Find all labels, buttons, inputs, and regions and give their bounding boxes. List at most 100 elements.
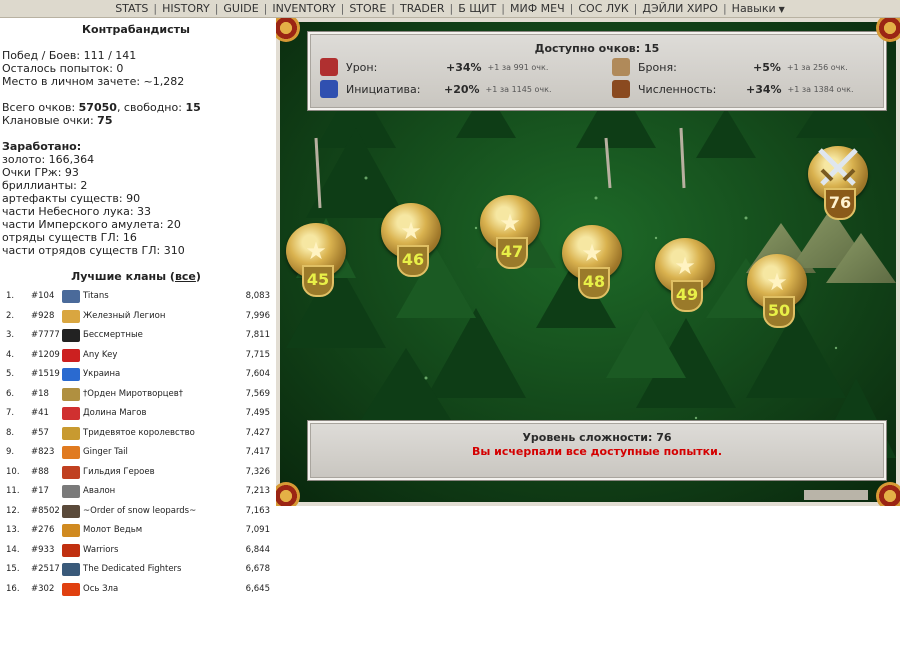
clan-name[interactable]: ~Order of snow leopards~ xyxy=(83,505,196,518)
clan-id[interactable]: #8502 xyxy=(31,505,60,518)
clan-name[interactable]: †Орден Миротворцев† xyxy=(83,388,183,401)
bonus-numbers[interactable]: Численность: +34% +1 за 1384 очк. xyxy=(612,80,853,98)
all-clans-link[interactable]: все xyxy=(175,270,196,283)
clan-id[interactable]: #7777 xyxy=(31,329,60,342)
nav-sos-bow[interactable]: СОС ЛУК xyxy=(573,2,633,15)
clan-emblem-icon[interactable] xyxy=(62,348,80,362)
clan-score: 7,569 xyxy=(245,388,270,399)
clan-row: 6. #18 †Орден Миротворцев† 7,569 xyxy=(0,385,272,405)
clan-name[interactable]: Titans xyxy=(83,290,109,303)
clan-row: 2. #928 Железный Легион 7,996 xyxy=(0,307,272,327)
scroll-bar[interactable] xyxy=(804,490,868,500)
earned-amulet-parts: части Имперского амулета: 20 xyxy=(2,218,181,231)
clan-name[interactable]: Бессмертные xyxy=(83,329,143,342)
clan-emblem-icon[interactable] xyxy=(62,426,80,440)
nav-inventory[interactable]: INVENTORY xyxy=(267,2,340,15)
earned-grzh: Очки ГРж: 93 xyxy=(2,166,79,179)
current-level-node[interactable]: 76 xyxy=(806,146,870,226)
bonus-cost: +1 за 256 очк. xyxy=(786,62,848,72)
nav-history[interactable]: HISTORY xyxy=(157,2,215,15)
clan-name[interactable]: Warriors xyxy=(83,544,118,557)
nav-b-shield[interactable]: Б ЩИТ xyxy=(453,2,501,15)
player-stats: Побед / Боев: 111 / 141 Осталось попыток… xyxy=(0,49,272,257)
clan-row: 3. #7777 Бессмертные 7,811 xyxy=(0,326,272,346)
level-node[interactable]: ★ 46 xyxy=(379,203,443,283)
bonus-label: Численность: xyxy=(638,82,717,96)
clan-id[interactable]: #928 xyxy=(31,310,54,323)
clan-emblem-icon[interactable] xyxy=(62,485,80,498)
bonus-damage[interactable]: Урон: +34% +1 за 991 очк. xyxy=(320,58,548,76)
initiative-icon xyxy=(320,80,338,98)
bonus-cost: +1 за 1145 очк. xyxy=(485,84,552,94)
clan-score: 7,326 xyxy=(245,466,270,477)
clan-score: 7,811 xyxy=(245,330,270,341)
total-points-row: Всего очков: 57050, свободно: 15 xyxy=(2,101,272,114)
clan-row: 14. #933 Warriors 6,844 xyxy=(0,541,272,561)
clan-id[interactable]: #2517 xyxy=(31,563,60,576)
clan-name[interactable]: Any Key xyxy=(83,349,117,362)
clan-name[interactable]: Молот Ведьм xyxy=(83,524,142,537)
clan-emblem-icon[interactable] xyxy=(62,563,80,576)
star-icon: ★ xyxy=(581,239,603,267)
clan-emblem-icon[interactable] xyxy=(62,582,80,596)
clan-id[interactable]: #41 xyxy=(31,407,49,420)
nav-myth-sword[interactable]: МИФ МЕЧ xyxy=(505,2,570,15)
clan-name[interactable]: Железный Легион xyxy=(83,310,165,323)
numbers-icon xyxy=(612,80,630,98)
clan-emblem-icon[interactable] xyxy=(62,465,80,479)
clan-emblem-icon[interactable] xyxy=(62,446,80,459)
available-points: Доступно очков: 15 xyxy=(534,42,660,55)
level-node[interactable]: ★ 50 xyxy=(745,254,809,334)
bonus-cost: +1 за 991 очк. xyxy=(487,62,549,72)
clan-emblem-icon[interactable] xyxy=(62,504,80,518)
clan-id[interactable]: #276 xyxy=(31,524,54,537)
clan-emblem-icon[interactable] xyxy=(62,543,80,557)
clan-id[interactable]: #88 xyxy=(31,466,49,479)
clan-id[interactable]: #17 xyxy=(31,485,49,498)
clan-name[interactable]: Гильдия Героев xyxy=(83,466,155,479)
clan-id[interactable]: #104 xyxy=(31,290,54,303)
clan-emblem-icon[interactable] xyxy=(62,387,80,401)
clan-emblem-icon[interactable] xyxy=(62,309,80,323)
clan-id[interactable]: #933 xyxy=(31,544,54,557)
frame-corner-ornament xyxy=(876,482,900,506)
nav-trader[interactable]: TRADER xyxy=(395,2,450,15)
clan-id[interactable]: #18 xyxy=(31,388,49,401)
nav-store[interactable]: STORE xyxy=(344,2,391,15)
nav-skills-dropdown[interactable]: Навыки ▼ xyxy=(727,2,790,15)
clan-name[interactable]: The Dedicated Fighters xyxy=(83,563,182,576)
clan-id[interactable]: #57 xyxy=(31,427,49,440)
clan-name[interactable]: Ось Зла xyxy=(83,583,118,596)
nav-daily-hero[interactable]: ДЭЙЛИ ХИРО xyxy=(637,2,723,15)
clan-rank: 5. xyxy=(6,369,15,380)
clan-score: 7,213 xyxy=(245,486,270,497)
earned-unit-parts: части отрядов существ ГЛ: 310 xyxy=(2,244,185,257)
clan-id[interactable]: #1209 xyxy=(31,349,60,362)
clan-rank: 6. xyxy=(6,388,15,399)
level-node[interactable]: ★ 45 xyxy=(284,223,348,303)
level-node[interactable]: ★ 49 xyxy=(653,238,717,318)
star-icon: ★ xyxy=(400,217,422,245)
clan-id[interactable]: #302 xyxy=(31,583,54,596)
clan-row: 16. #302 Ось Зла 6,645 xyxy=(0,580,272,600)
clan-emblem-icon[interactable] xyxy=(62,407,80,420)
clan-emblem-icon[interactable] xyxy=(62,368,80,381)
clan-emblem-icon[interactable] xyxy=(62,290,80,303)
clan-name[interactable]: Авалон xyxy=(83,485,115,498)
clan-name[interactable]: Ginger Tail xyxy=(83,446,128,459)
bonus-armor[interactable]: Броня: +5% +1 за 256 очк. xyxy=(612,58,848,76)
nav-stats[interactable]: STATS xyxy=(110,2,153,15)
nav-guide[interactable]: GUIDE xyxy=(218,2,263,15)
level-node[interactable]: ★ 48 xyxy=(560,225,624,305)
clan-emblem-icon[interactable] xyxy=(62,329,80,342)
clan-id[interactable]: #823 xyxy=(31,446,54,459)
level-node[interactable]: ★ 47 xyxy=(478,195,542,275)
clan-emblem-icon[interactable] xyxy=(62,524,80,537)
clan-score: 6,678 xyxy=(245,564,270,575)
clan-name[interactable]: Долина Магов xyxy=(83,407,146,420)
clan-id[interactable]: #1519 xyxy=(31,368,60,381)
clan-score: 7,417 xyxy=(245,447,270,458)
clan-name[interactable]: Тридевятое королевство xyxy=(83,427,195,440)
bonus-initiative[interactable]: Инициатива: +20% +1 за 1145 очк. xyxy=(320,80,551,98)
clan-name[interactable]: Украина xyxy=(83,368,120,381)
